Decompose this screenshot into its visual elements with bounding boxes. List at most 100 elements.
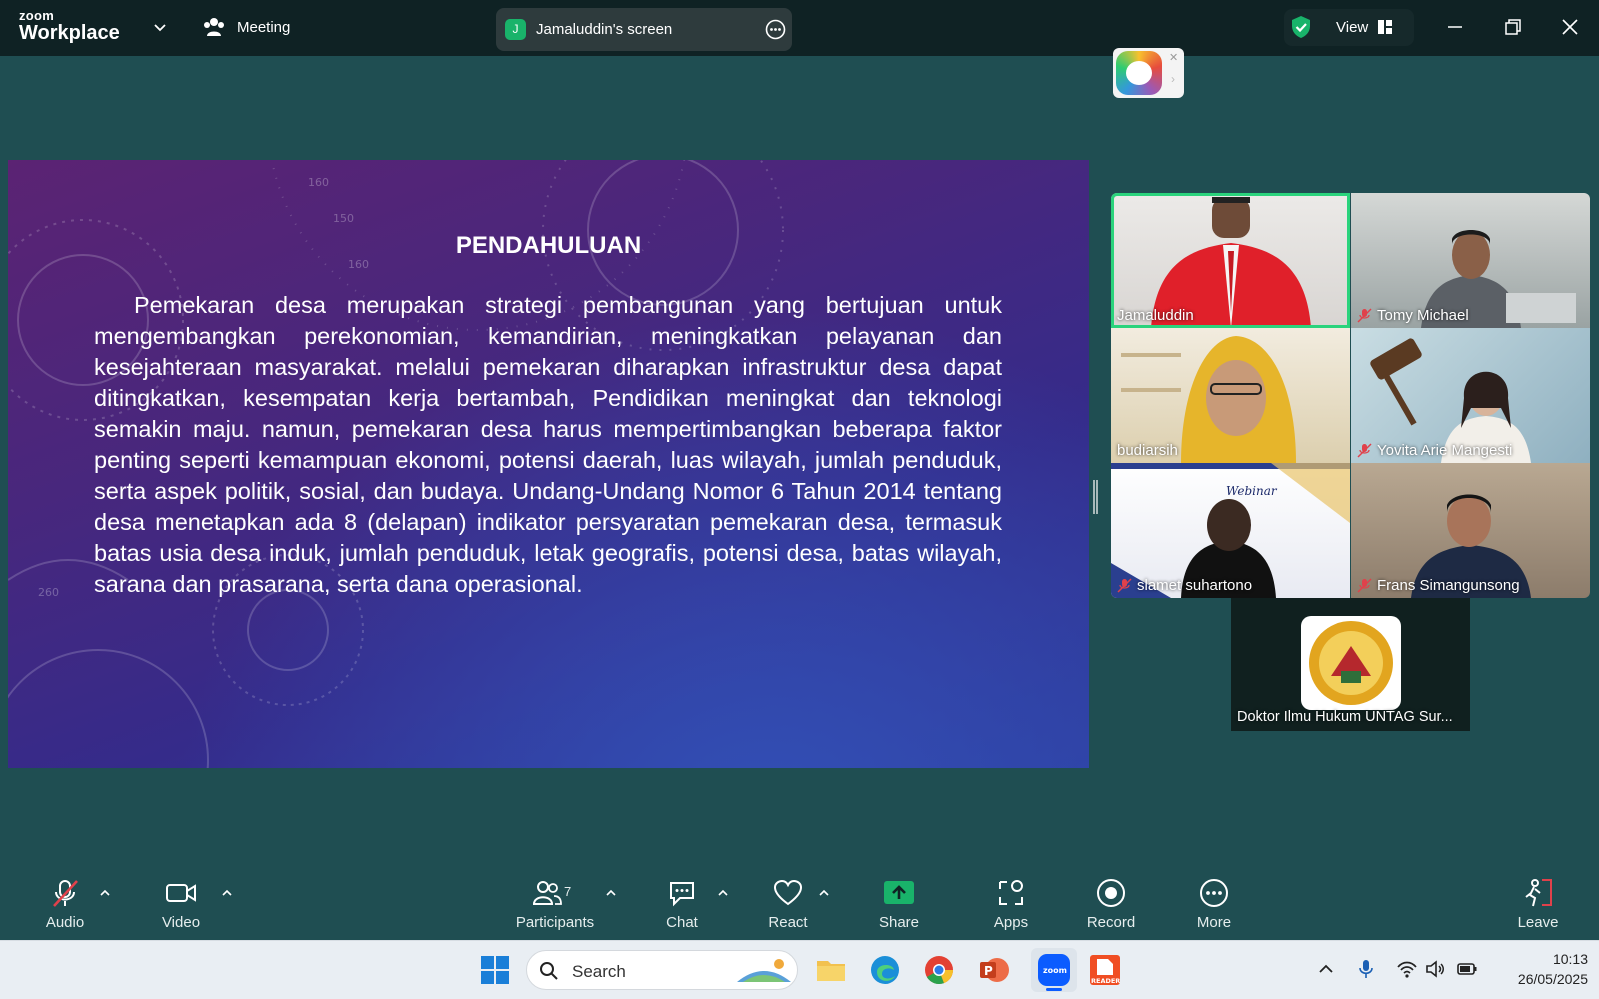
screen-share-indicator[interactable]: J Jamaluddin's screen — [496, 8, 792, 51]
muted-mic-icon — [1357, 578, 1372, 593]
view-button[interactable]: View — [1336, 19, 1368, 36]
volume-icon[interactable] — [1424, 958, 1446, 980]
taskbar-search[interactable]: Search — [526, 950, 798, 990]
show-hidden-icons-chevron-icon[interactable] — [1315, 958, 1337, 980]
leave-icon — [1525, 879, 1552, 907]
react-options-caret-icon[interactable] — [817, 886, 831, 900]
participant-name: Doktor Ilmu Hukum UNTAG Sur... — [1237, 709, 1453, 725]
restore-icon[interactable] — [1502, 16, 1524, 38]
audio-button[interactable]: Audio — [20, 878, 110, 931]
powerpoint-icon[interactable]: P — [977, 953, 1011, 987]
participant-name: Yovita Arie Mangesti — [1357, 442, 1512, 459]
logo-line-2: Workplace — [19, 22, 120, 44]
apps-icon — [999, 880, 1023, 905]
record-button[interactable]: Record — [1066, 878, 1156, 931]
view-layout-icon[interactable] — [1377, 19, 1393, 35]
participant-tile[interactable]: Webinar slamet suhartono — [1111, 463, 1350, 598]
participant-name: Jamaluddin — [1117, 307, 1194, 324]
battery-icon[interactable] — [1456, 958, 1478, 980]
more-options-icon[interactable] — [765, 19, 786, 40]
svg-text:zoom: zoom — [1043, 966, 1067, 975]
deco-number: 150 — [333, 212, 354, 225]
close-icon[interactable] — [1559, 16, 1581, 38]
participant-tile[interactable]: Doktor Ilmu Hukum UNTAG Sur... — [1231, 598, 1470, 731]
participant-name: budiarsih — [1117, 442, 1178, 459]
view-control: View — [1284, 9, 1414, 46]
chat-icon — [670, 882, 694, 907]
video-options-caret-icon[interactable] — [220, 886, 234, 900]
meeting-menu[interactable]: Meeting — [203, 17, 290, 37]
reader-app-icon[interactable]: READER — [1088, 953, 1122, 987]
university-logo — [1301, 616, 1401, 710]
participant-tile[interactable]: Jamaluddin — [1111, 193, 1350, 328]
zoom-app-icon: zoom — [1038, 954, 1070, 986]
heart-icon — [773, 879, 803, 906]
muted-mic-icon — [1117, 578, 1132, 593]
meeting-label: Meeting — [237, 18, 291, 36]
floating-app-badge[interactable]: ✕ › — [1113, 48, 1184, 98]
wifi-icon[interactable] — [1396, 958, 1418, 980]
shield-check-icon[interactable] — [1289, 15, 1313, 39]
participant-name: slamet suhartono — [1117, 577, 1252, 594]
badge-close-icon[interactable]: ✕ — [1169, 51, 1178, 64]
participants-count: 7 — [564, 884, 572, 899]
title-bar: zoom Workplace Meeting J Jamaluddin's sc… — [0, 0, 1599, 56]
share-button[interactable]: Share — [854, 878, 944, 931]
leave-button[interactable]: Leave — [1493, 878, 1583, 931]
badge-chevron-icon[interactable]: › — [1171, 72, 1175, 86]
chat-options-caret-icon[interactable] — [716, 886, 730, 900]
video-button[interactable]: Video — [136, 878, 226, 931]
slide-body-text: Pemekaran desa merupakan strategi pemban… — [94, 292, 1002, 597]
slide-title: PENDAHULUAN — [455, 232, 642, 259]
minimize-icon[interactable] — [1444, 16, 1466, 38]
active-app-indicator — [1046, 988, 1062, 991]
chevron-down-icon[interactable] — [153, 20, 167, 34]
deco-number: 260 — [38, 586, 59, 599]
deco-number: 160 — [308, 176, 329, 189]
file-explorer-icon[interactable] — [814, 953, 848, 987]
system-clock[interactable]: 10:13 26/05/2025 — [1488, 949, 1588, 989]
clock-date: 26/05/2025 — [1517, 971, 1588, 987]
share-title: Jamaluddin's screen — [536, 21, 673, 38]
logo-line-1: zoom — [19, 8, 55, 23]
windows-taskbar: Search P zoom READER 10:13 26/05/2025 — [0, 940, 1599, 999]
muted-mic-icon — [1357, 308, 1372, 323]
sharer-avatar: J — [505, 19, 526, 40]
resize-handle[interactable] — [1093, 480, 1098, 514]
microphone-tray-icon[interactable] — [1355, 958, 1377, 980]
chat-button[interactable]: Chat — [637, 878, 727, 931]
record-icon — [1097, 879, 1125, 907]
participant-tile[interactable]: Tomy Michael — [1351, 193, 1590, 328]
audio-options-caret-icon[interactable] — [98, 886, 112, 900]
clock-time: 10:13 — [1552, 951, 1588, 967]
meeting-toolbar: Audio Video 7 Participants Chat React Sh… — [0, 864, 1599, 940]
search-highlight-illustration-icon — [737, 959, 791, 982]
more-icon — [1200, 879, 1228, 907]
shared-screen-slide: 160 150 160 260 PENDAHULUAN Pemekaran de… — [8, 160, 1089, 768]
participant-tile[interactable]: Frans Simangunsong — [1351, 463, 1590, 598]
more-button[interactable]: More — [1169, 878, 1259, 931]
camera-icon — [166, 884, 196, 902]
participants-button[interactable]: 7 Participants — [500, 878, 610, 931]
edge-browser-icon[interactable] — [868, 953, 902, 987]
mic-muted-icon — [53, 880, 78, 907]
app-logo-icon — [1116, 51, 1162, 95]
windows-start-icon[interactable] — [478, 953, 512, 987]
participant-tile[interactable]: budiarsih — [1111, 328, 1350, 463]
zoom-workplace-logo: zoom Workplace — [19, 9, 120, 43]
chrome-browser-icon[interactable] — [922, 953, 956, 987]
participant-name: Tomy Michael — [1357, 307, 1469, 324]
muted-mic-icon — [1357, 443, 1372, 458]
participants-options-caret-icon[interactable] — [604, 886, 618, 900]
search-placeholder: Search — [572, 962, 626, 981]
participant-tile[interactable]: Yovita Arie Mangesti — [1351, 328, 1590, 463]
webinar-text: Webinar — [1226, 484, 1278, 498]
share-screen-icon — [884, 881, 914, 904]
participants-icon — [532, 881, 562, 905]
meeting-people-icon — [204, 18, 224, 36]
participant-name: Frans Simangunsong — [1357, 577, 1520, 594]
svg-text:P: P — [984, 964, 993, 978]
svg-text:READER: READER — [1091, 977, 1120, 985]
zoom-taskbar-app[interactable]: zoom — [1031, 948, 1077, 992]
apps-button[interactable]: Apps — [966, 878, 1056, 931]
